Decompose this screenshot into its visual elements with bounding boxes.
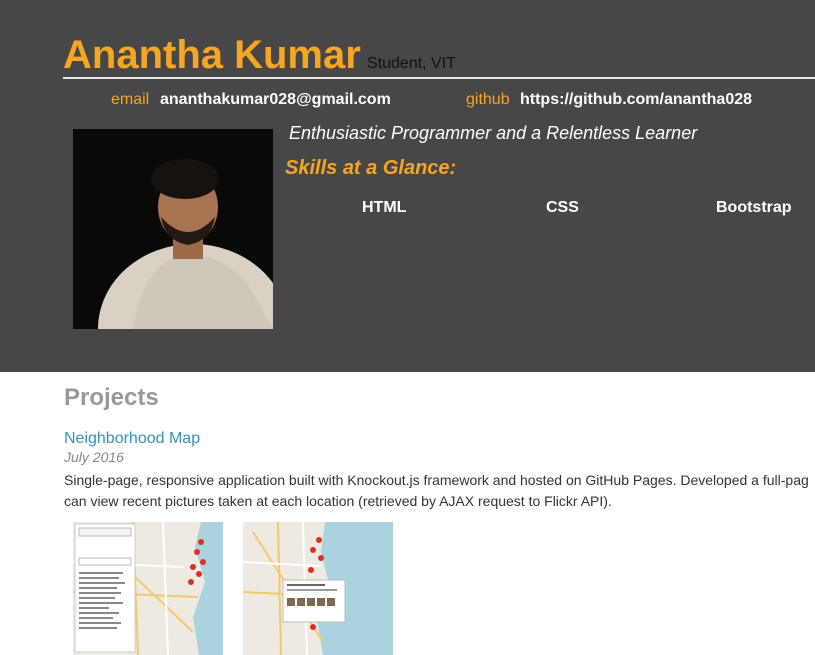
project-description-line-1: Single-page, responsive application buil… — [64, 472, 809, 488]
email-label: email — [111, 91, 150, 108]
map-screenshot-image — [243, 522, 393, 655]
tagline: Enthusiastic Programmer and a Relentless… — [289, 123, 698, 143]
profile-photo-image — [73, 129, 273, 329]
github-label: github — [466, 91, 510, 108]
project-description-line-2: can view recent pictures taken at each l… — [64, 493, 612, 509]
project-title-link[interactable]: Neighborhood Map — [64, 430, 200, 448]
projects-title: Projects — [64, 384, 159, 411]
divider — [63, 77, 815, 79]
project-screenshot-2[interactable] — [243, 522, 393, 655]
email-link[interactable]: ananthakumar028@gmail.com — [160, 91, 391, 109]
project-date: July 2016 — [64, 449, 124, 465]
project-description: Single-page, responsive application buil… — [64, 470, 815, 512]
github-link[interactable]: https://github.com/anantha028 — [520, 91, 752, 109]
map-screenshot-image — [73, 522, 223, 655]
profile-name: Anantha Kumar — [63, 33, 361, 77]
skill-css: CSS — [546, 199, 579, 216]
profile-role: Student, VIT — [367, 55, 456, 72]
skills-title: Skills at a Glance: — [285, 157, 457, 179]
header: Anantha Kumar Student, VIT email anantha… — [0, 0, 815, 372]
project-screenshot-1[interactable] — [73, 522, 223, 655]
skill-html: HTML — [362, 199, 407, 216]
skill-bootstrap: Bootstrap — [716, 199, 792, 216]
profile-photo — [73, 129, 273, 329]
